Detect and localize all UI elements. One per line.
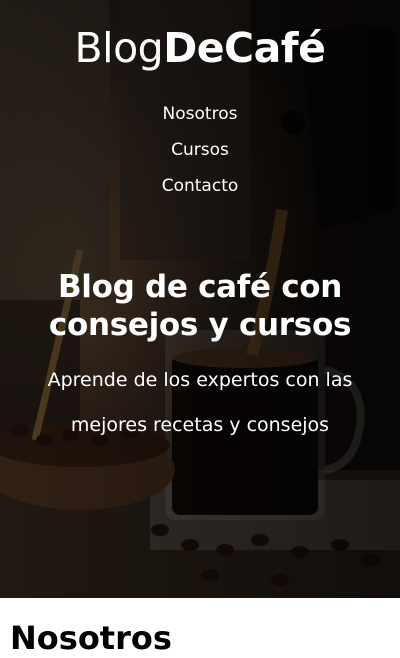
- logo-bold: DeCafé: [163, 24, 326, 72]
- logo-regular: Blog: [74, 24, 164, 72]
- hero-subtitle: Aprende de los expertos con las mejores …: [47, 369, 353, 436]
- main-content: Nosotros: [0, 598, 400, 658]
- nav-link-cursos[interactable]: Cursos: [171, 132, 229, 168]
- hero-content: BlogDeCafé Nosotros Cursos Contacto Blog…: [0, 0, 400, 448]
- site-logo[interactable]: BlogDeCafé: [0, 0, 400, 74]
- nav-link-contacto[interactable]: Contacto: [162, 168, 239, 204]
- nav-link-nosotros[interactable]: Nosotros: [163, 96, 238, 132]
- main-navigation: Nosotros Cursos Contacto: [0, 96, 400, 204]
- hero-title: Blog de café con consejos y cursos: [48, 269, 352, 343]
- section-heading-nosotros: Nosotros: [10, 619, 172, 657]
- hero-header: BlogDeCafé Nosotros Cursos Contacto Blog…: [0, 0, 400, 598]
